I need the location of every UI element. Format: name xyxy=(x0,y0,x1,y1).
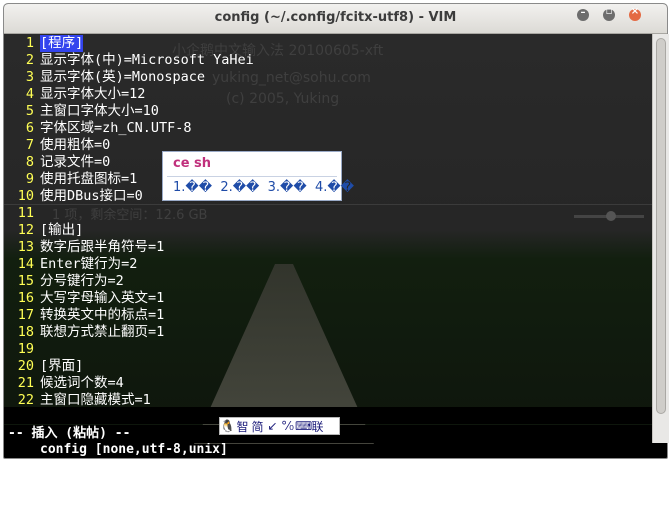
editor-line: 18 联想方式禁止翻页=1 xyxy=(4,324,652,341)
close-button[interactable] xyxy=(629,6,641,21)
fullwidth-mode-icon[interactable]: °⁄₀ xyxy=(280,419,295,433)
punctuation-mode-icon[interactable]: ↙ xyxy=(265,419,280,433)
line-text: [程序] xyxy=(40,35,84,52)
line-text: 字体区域=zh_CN.UTF-8 xyxy=(40,120,192,136)
line-text: 显示字体大小=12 xyxy=(40,86,146,102)
editor-line: 3 显示字体(英)=Monospace xyxy=(4,69,652,86)
line-number: 10 xyxy=(17,188,34,204)
editor-line: 5 主窗口字体大小=10 xyxy=(4,103,652,120)
line-text: 联想方式禁止翻页=1 xyxy=(40,324,165,340)
editor-line: 14 Enter键行为=2 xyxy=(4,256,652,273)
editor-line: 12 [输出] xyxy=(4,222,652,239)
minimize-button[interactable] xyxy=(577,7,589,21)
line-text: 显示字体(中)=Microsoft YaHei xyxy=(40,52,254,68)
line-number: 1 xyxy=(25,35,34,51)
line-number: 7 xyxy=(25,137,34,153)
ime-association-mode[interactable]: 联 xyxy=(310,418,325,435)
editor-line: 21 候选词个数=4 xyxy=(4,375,652,392)
title-bar[interactable]: config (~/.config/fcitx-utf8) - VIM xyxy=(4,4,667,34)
line-text: 分号键行为=2 xyxy=(40,273,124,289)
line-text: 使用托盘图标=1 xyxy=(40,171,138,187)
line-number: 15 xyxy=(17,273,34,289)
line-number: 12 xyxy=(17,222,34,238)
editor-line: 11 xyxy=(4,205,652,222)
line-text: 大写字母输入英文=1 xyxy=(40,290,165,306)
line-number: 9 xyxy=(25,171,34,187)
line-number: 17 xyxy=(17,307,34,323)
line-number: 21 xyxy=(17,375,34,391)
line-text: 候选词个数=4 xyxy=(40,375,124,391)
line-number: 3 xyxy=(25,69,34,85)
ime-mode-smart[interactable]: 智 xyxy=(235,418,250,435)
editor-line: 15 分号键行为=2 xyxy=(4,273,652,290)
status-char-code: 0x0 xyxy=(408,459,432,474)
penguin-icon[interactable]: 🐧 xyxy=(220,419,235,433)
line-text: 使用粗体=0 xyxy=(40,137,111,153)
line-number: 11 xyxy=(17,205,34,221)
ime-status-bar[interactable]: 🐧 智 简 ↙ °⁄₀ ⌨ 联 xyxy=(219,417,340,435)
line-text: 主窗口字体大小=10 xyxy=(40,103,159,119)
line-text: 转换英文中的标点=1 xyxy=(40,307,165,323)
ime-candidate-list[interactable]: 1.�� 2.�� 3.�� 4.�� xyxy=(173,180,354,195)
status-cursor-position: 1,9-7 xyxy=(490,476,530,491)
line-number: 5 xyxy=(25,103,34,119)
ime-input-string: ce sh xyxy=(173,156,212,171)
line-text: 显示字体(英)=Monospace xyxy=(40,69,206,85)
editor-lines[interactable]: 1 [程序] 2 显示字体(中)=Microsoft YaHei 3 显示字体(英)=… xyxy=(4,35,652,409)
editor-line: 2 显示字体(中)=Microsoft YaHei xyxy=(4,52,652,69)
vertical-scrollbar[interactable] xyxy=(652,34,669,443)
line-text: 使用DBus接口=0 xyxy=(40,188,143,204)
ime-candidate-window[interactable]: ce sh 1.�� 2.�� 3.�� 4.�� xyxy=(162,151,354,201)
ime-candidate-divider xyxy=(167,176,337,177)
line-number: 16 xyxy=(17,290,34,306)
keyboard-icon[interactable]: ⌨ xyxy=(295,419,312,433)
status-scroll-percent: 顶端 xyxy=(616,493,643,508)
scrollbar-thumb[interactable] xyxy=(656,38,666,414)
line-text: 数字后跟半角符号=1 xyxy=(40,239,165,255)
maximize-button[interactable] xyxy=(603,6,615,21)
editor-line: 19 xyxy=(4,341,652,358)
line-number: 19 xyxy=(17,341,34,357)
line-number: 4 xyxy=(25,86,34,102)
editor-line: 1 [程序] xyxy=(4,35,652,52)
editor-line: 16 大写字母输入英文=1 xyxy=(4,290,652,307)
line-text: 记录文件=0 xyxy=(40,154,111,170)
editor-line: 17 转换英文中的标点=1 xyxy=(4,307,652,324)
editor-line: 13 数字后跟半角符号=1 xyxy=(4,239,652,256)
line-number: 18 xyxy=(17,324,34,340)
editor-line: 6 字体区域=zh_CN.UTF-8 xyxy=(4,120,652,137)
terminal-area[interactable]: 小企鹅中文输入法 20100605-xft yuking_net@sohu.co… xyxy=(4,34,652,508)
line-text: [界面] xyxy=(40,358,84,374)
line-number: 13 xyxy=(17,239,34,255)
line-number: 2 xyxy=(25,52,34,68)
line-number: 14 xyxy=(17,256,34,272)
line-number: 6 xyxy=(25,120,34,136)
line-number: 8 xyxy=(25,154,34,170)
status-file-info: config [none,utf-8,unix] xyxy=(40,442,228,457)
line-number: 20 xyxy=(17,358,34,374)
line-text: Enter键行为=2 xyxy=(40,256,138,272)
editor-line: 20 [界面] xyxy=(4,358,652,375)
line-text: [输出] xyxy=(40,222,84,238)
window-title: config (~/.config/fcitx-utf8) - VIM xyxy=(214,10,457,25)
editor-line: 4 显示字体大小=12 xyxy=(4,86,652,103)
ime-mode-simplified[interactable]: 简 xyxy=(250,418,265,435)
